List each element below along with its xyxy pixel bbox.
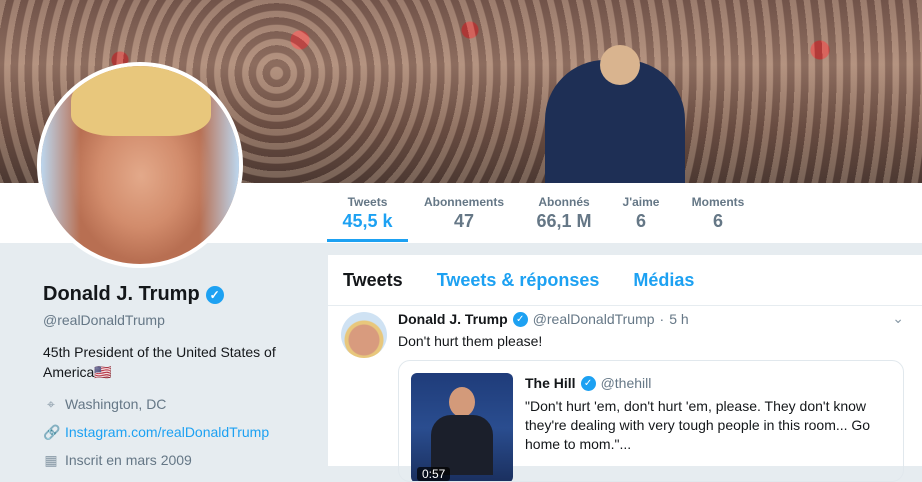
profile-name-row: Donald J. Trump ✓ — [43, 283, 313, 306]
verified-badge-icon: ✓ — [205, 285, 224, 304]
profile-avatar[interactable] — [37, 62, 243, 268]
tweet-separator: · — [659, 311, 665, 327]
timeline-tabs: Tweets Tweets & réponses Médias — [328, 255, 922, 306]
link-icon: 🔗 — [43, 423, 61, 440]
tweet-author-name[interactable]: Donald J. Trump — [398, 311, 508, 327]
quoted-author-handle[interactable]: @thehill — [601, 375, 652, 391]
avatar-hair — [71, 66, 211, 136]
stat-label: Abonnés — [538, 195, 590, 209]
profile-website: 🔗 Instagram.com/realDonaldTrump — [43, 422, 313, 442]
stat-label: J'aime — [622, 195, 660, 209]
profile-bio: 45th President of the United States of A… — [43, 342, 293, 382]
timeline: Tweets Tweets & réponses Médias Donald J… — [328, 255, 922, 482]
stat-followers[interactable]: Abonnés 66,1 M — [530, 195, 598, 232]
profile-handle[interactable]: @realDonaldTrump — [43, 312, 313, 328]
video-face — [449, 387, 475, 417]
verified-badge-icon: ✓ — [580, 375, 596, 391]
stat-moments[interactable]: Moments 6 — [688, 195, 748, 232]
website-link[interactable]: Instagram.com/realDonaldTrump — [65, 424, 269, 440]
profile-name[interactable]: Donald J. Trump — [43, 283, 200, 306]
tweet-header: Donald J. Trump ✓ @realDonaldTrump · 5 h — [398, 311, 689, 327]
tab-media[interactable]: Médias — [633, 270, 694, 291]
banner-head — [600, 45, 640, 85]
profile-location: ⌖ Washington, DC — [43, 394, 313, 414]
stat-label: Tweets — [347, 195, 388, 209]
quoted-tweet[interactable]: 0:57 The Hill ✓ @thehill "Don't hurt 'em… — [398, 360, 904, 482]
location-pin-icon: ⌖ — [47, 395, 55, 412]
location-text: Washington, DC — [65, 396, 167, 412]
video-suit — [431, 415, 493, 475]
video-duration: 0:57 — [417, 467, 451, 481]
stat-value: 66,1 M — [536, 211, 592, 231]
stat-following[interactable]: Abonnements 47 — [420, 195, 508, 232]
stat-label: Abonnements — [423, 195, 504, 209]
stat-value: 47 — [453, 211, 475, 231]
quoted-header: The Hill ✓ @thehill — [525, 375, 651, 391]
verified-badge-icon: ✓ — [512, 311, 528, 327]
tweet-author-handle[interactable]: @realDonaldTrump — [533, 311, 655, 327]
stat-likes[interactable]: J'aime 6 — [618, 195, 664, 232]
tweet-text: Don't hurt them please! — [398, 333, 543, 349]
quoted-author-name[interactable]: The Hill — [525, 375, 576, 391]
stat-label: Moments — [691, 195, 745, 209]
stat-value: 45,5 k — [342, 211, 393, 231]
stat-tweets[interactable]: Tweets 45,5 k — [327, 195, 408, 242]
tab-tweets[interactable]: Tweets — [343, 270, 403, 291]
chevron-down-icon[interactable]: ⌄ — [892, 310, 904, 327]
tweet-time[interactable]: 5 h — [669, 311, 688, 327]
bio-text: 45th President of the United States of A… — [43, 344, 276, 380]
us-flag-icon: 🇺🇸 — [94, 364, 112, 380]
profile-joined: ▦ Inscrit en mars 2009 — [43, 450, 313, 470]
profile-card: Donald J. Trump ✓ @realDonaldTrump 45th … — [43, 283, 313, 470]
stat-value: 6 — [635, 211, 646, 231]
quoted-text: "Don't hurt 'em, don't hurt 'em, please.… — [525, 398, 871, 452]
tweet-avatar[interactable] — [341, 312, 387, 358]
stat-value: 6 — [712, 211, 723, 231]
tweet[interactable]: Donald J. Trump ✓ @realDonaldTrump · 5 h… — [328, 306, 922, 482]
tab-tweets-replies[interactable]: Tweets & réponses — [437, 270, 600, 291]
